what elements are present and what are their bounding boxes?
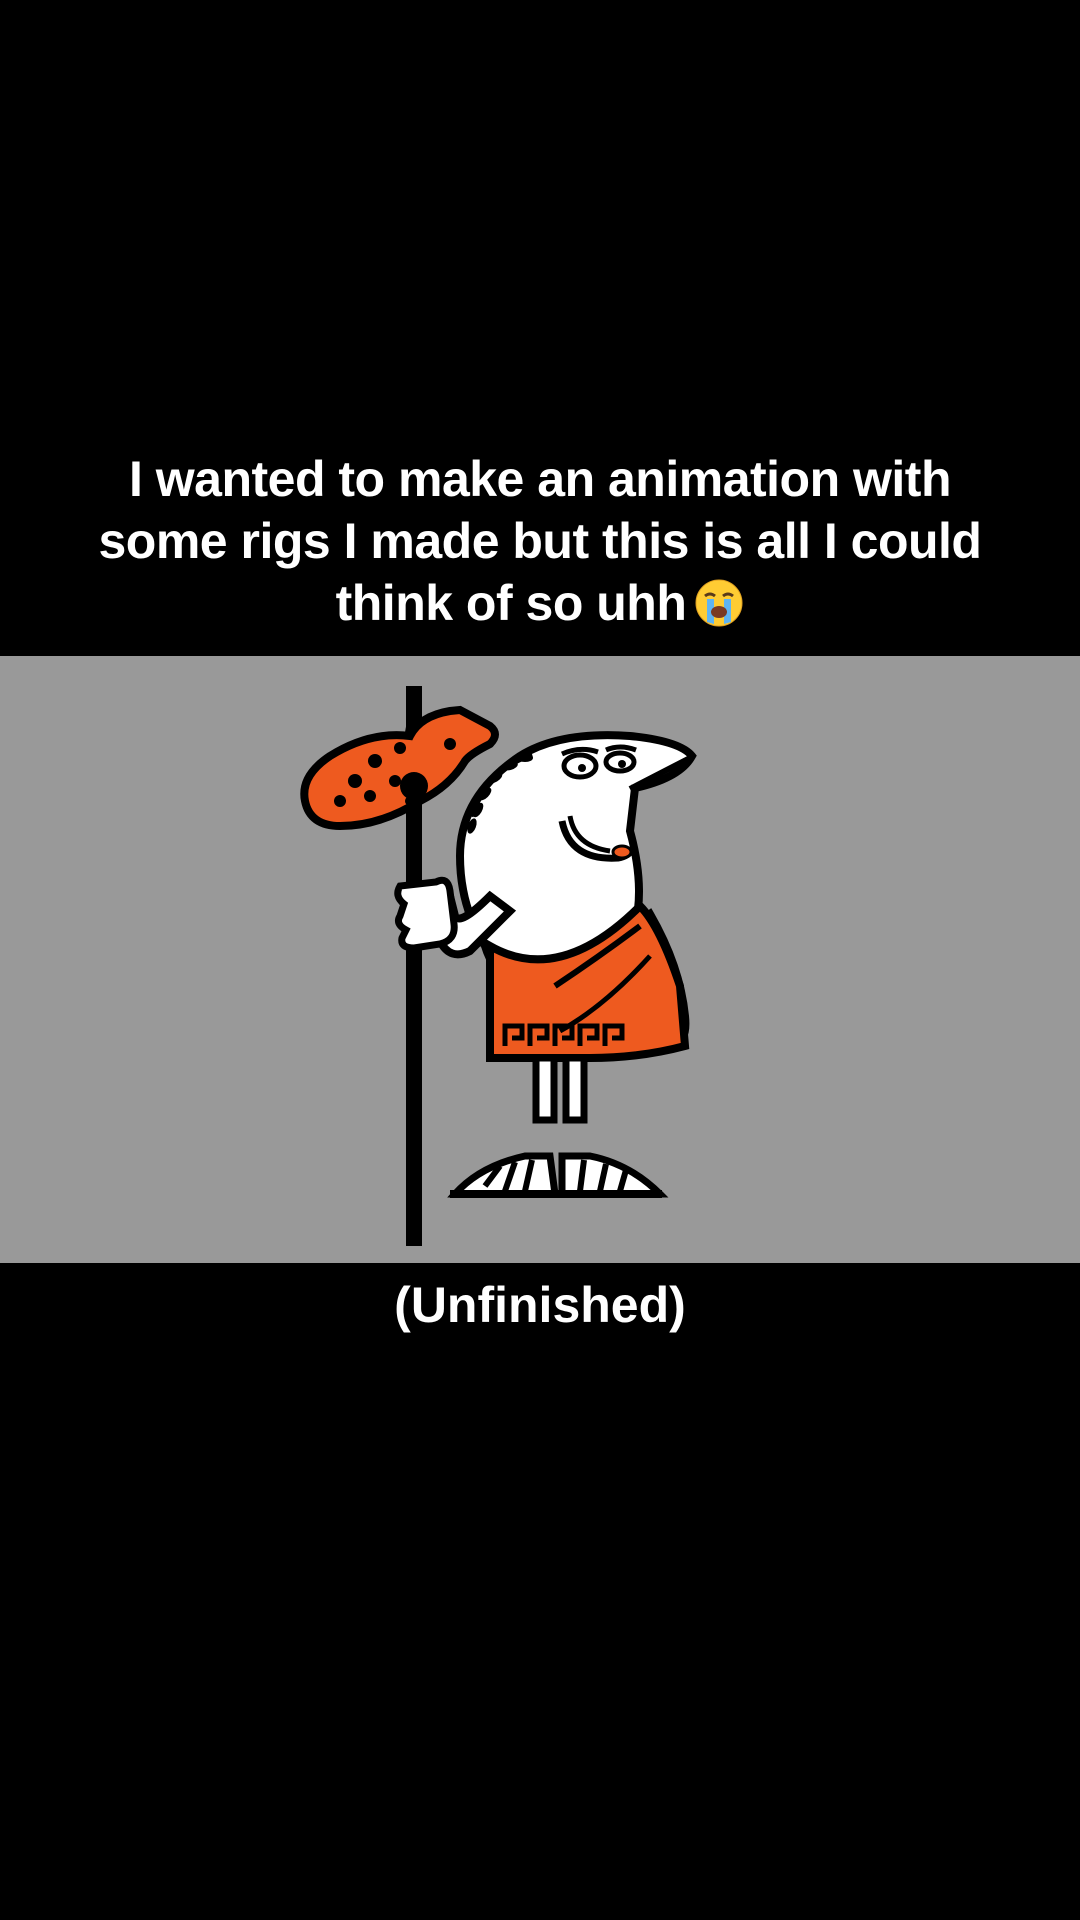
video-frame[interactable]: [0, 656, 1080, 1263]
caption-line-2: some rigs I made but this is all I could: [98, 513, 982, 569]
unfinished-label: (Unfinished): [394, 1277, 686, 1333]
caption-line-1: I wanted to make an animation with: [128, 451, 952, 507]
caption-text: I wanted to make an animation with some …: [90, 448, 990, 634]
caption-line-3: think of so uhh: [90, 572, 990, 634]
little-caesar-mascot-icon: [300, 686, 697, 1246]
loudly-crying-face-icon: [695, 579, 743, 627]
caption-line-3-text: think of so uhh: [335, 575, 687, 631]
